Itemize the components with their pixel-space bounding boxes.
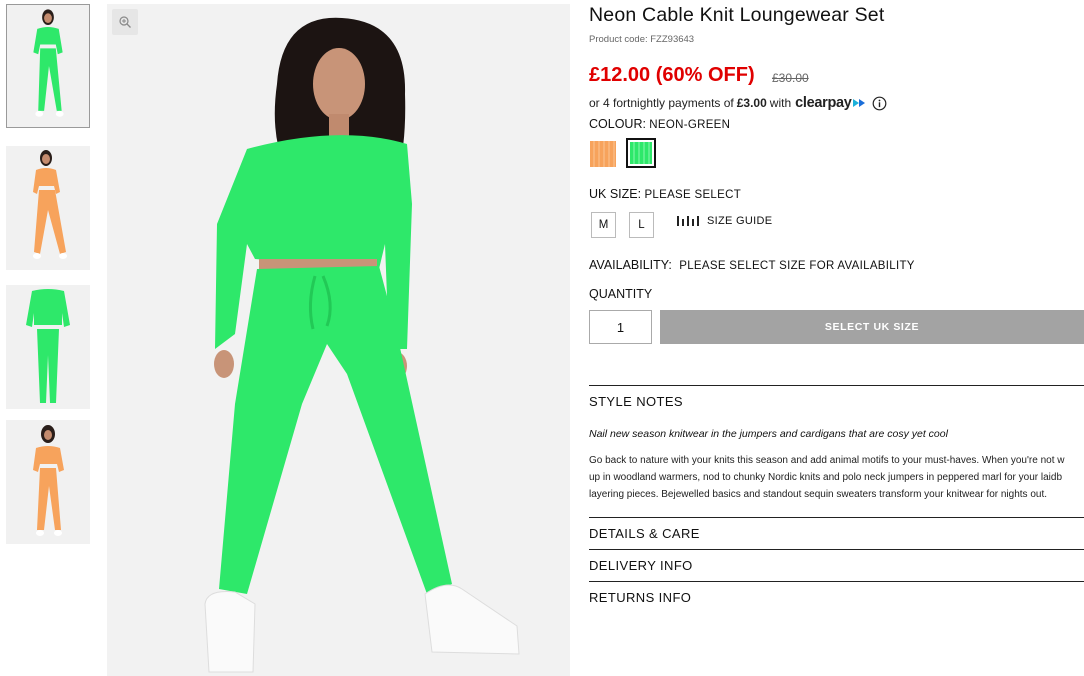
- model-neon-green-set-image: [107, 4, 570, 676]
- clearpay-message: or 4 fortnightly payments of £3.00 with …: [589, 95, 887, 111]
- product-code: Product code: FZZ93643: [589, 34, 695, 45]
- size-guide-link[interactable]: SIZE GUIDE: [677, 215, 772, 227]
- quantity-input[interactable]: [589, 310, 652, 344]
- main-product-image[interactable]: [107, 4, 570, 676]
- was-price: £30.00: [772, 71, 809, 85]
- colour-row: COLOUR: NEON-GREEN: [589, 117, 730, 131]
- divider-style-notes: [589, 385, 1084, 386]
- thumbnail-3[interactable]: [6, 285, 90, 409]
- style-notes-heading[interactable]: STYLE NOTES: [589, 394, 683, 409]
- size-value: PLEASE SELECT: [644, 189, 742, 201]
- style-notes-line-1: Go back to nature with your knits this s…: [589, 455, 1065, 466]
- size-option-l[interactable]: L: [629, 212, 654, 238]
- colour-value: NEON-GREEN: [649, 119, 731, 131]
- style-notes-line-3: layering pieces. Bejewelled basics and s…: [589, 489, 1048, 500]
- clearpay-prefix: or 4 fortnightly payments of: [589, 96, 734, 110]
- thumbnail-4[interactable]: [6, 420, 90, 544]
- model-orange-side-thumb: [6, 146, 90, 270]
- divider-details: [589, 517, 1084, 518]
- size-label: UK SIZE:: [589, 187, 642, 201]
- divider-delivery: [589, 549, 1084, 550]
- availability-row: AVAILABILITY: PLEASE SELECT SIZE FOR AVA…: [589, 258, 915, 272]
- style-notes-tagline: Nail new season knitwear in the jumpers …: [589, 428, 948, 440]
- thumbnail-1[interactable]: [6, 4, 90, 128]
- info-icon[interactable]: [872, 96, 887, 111]
- clearpay-brand: clearpay: [795, 95, 852, 111]
- quantity-row: QUANTITY: [589, 287, 652, 301]
- zoom-in-icon: [119, 16, 131, 28]
- size-guide-label: SIZE GUIDE: [707, 215, 773, 227]
- ruler-icon: [677, 216, 699, 226]
- model-orange-front-thumb: [6, 420, 90, 544]
- clearpay-logo: clearpay: [795, 95, 867, 111]
- divider-returns: [589, 581, 1084, 582]
- clearpay-arrows-icon: [852, 99, 865, 107]
- model-green-front-thumb: [7, 5, 89, 127]
- swatch-neon-green[interactable]: [626, 138, 656, 168]
- current-price: £12.00 (60% OFF): [589, 64, 755, 86]
- style-notes-line-2: up in woodland warmers, nod to chunky No…: [589, 472, 1063, 483]
- swatch-neon-green-fill: [630, 142, 652, 164]
- style-notes-body: Go back to nature with your knits this s…: [589, 452, 1084, 503]
- size-row: UK SIZE: PLEASE SELECT: [589, 187, 741, 201]
- availability-value: PLEASE SELECT SIZE FOR AVAILABILITY: [679, 260, 915, 272]
- flat-lay-green-thumb: [6, 285, 90, 409]
- product-title: Neon Cable Knit Loungewear Set: [589, 4, 885, 26]
- zoom-button[interactable]: [112, 9, 138, 35]
- details-care-heading[interactable]: DETAILS & CARE: [589, 526, 700, 541]
- clearpay-amount: £3.00: [736, 96, 767, 110]
- returns-info-heading[interactable]: RETURNS INFO: [589, 590, 691, 605]
- clearpay-with: with: [769, 96, 792, 110]
- availability-label: AVAILABILITY:: [589, 258, 672, 272]
- thumbnail-2[interactable]: [6, 146, 90, 270]
- delivery-info-heading[interactable]: DELIVERY INFO: [589, 558, 693, 573]
- size-option-m[interactable]: M: [591, 212, 616, 238]
- colour-label: COLOUR:: [589, 117, 646, 131]
- select-size-button[interactable]: SELECT UK SIZE: [660, 310, 1084, 344]
- swatch-orange[interactable]: [590, 141, 616, 167]
- quantity-label: QUANTITY: [589, 287, 653, 301]
